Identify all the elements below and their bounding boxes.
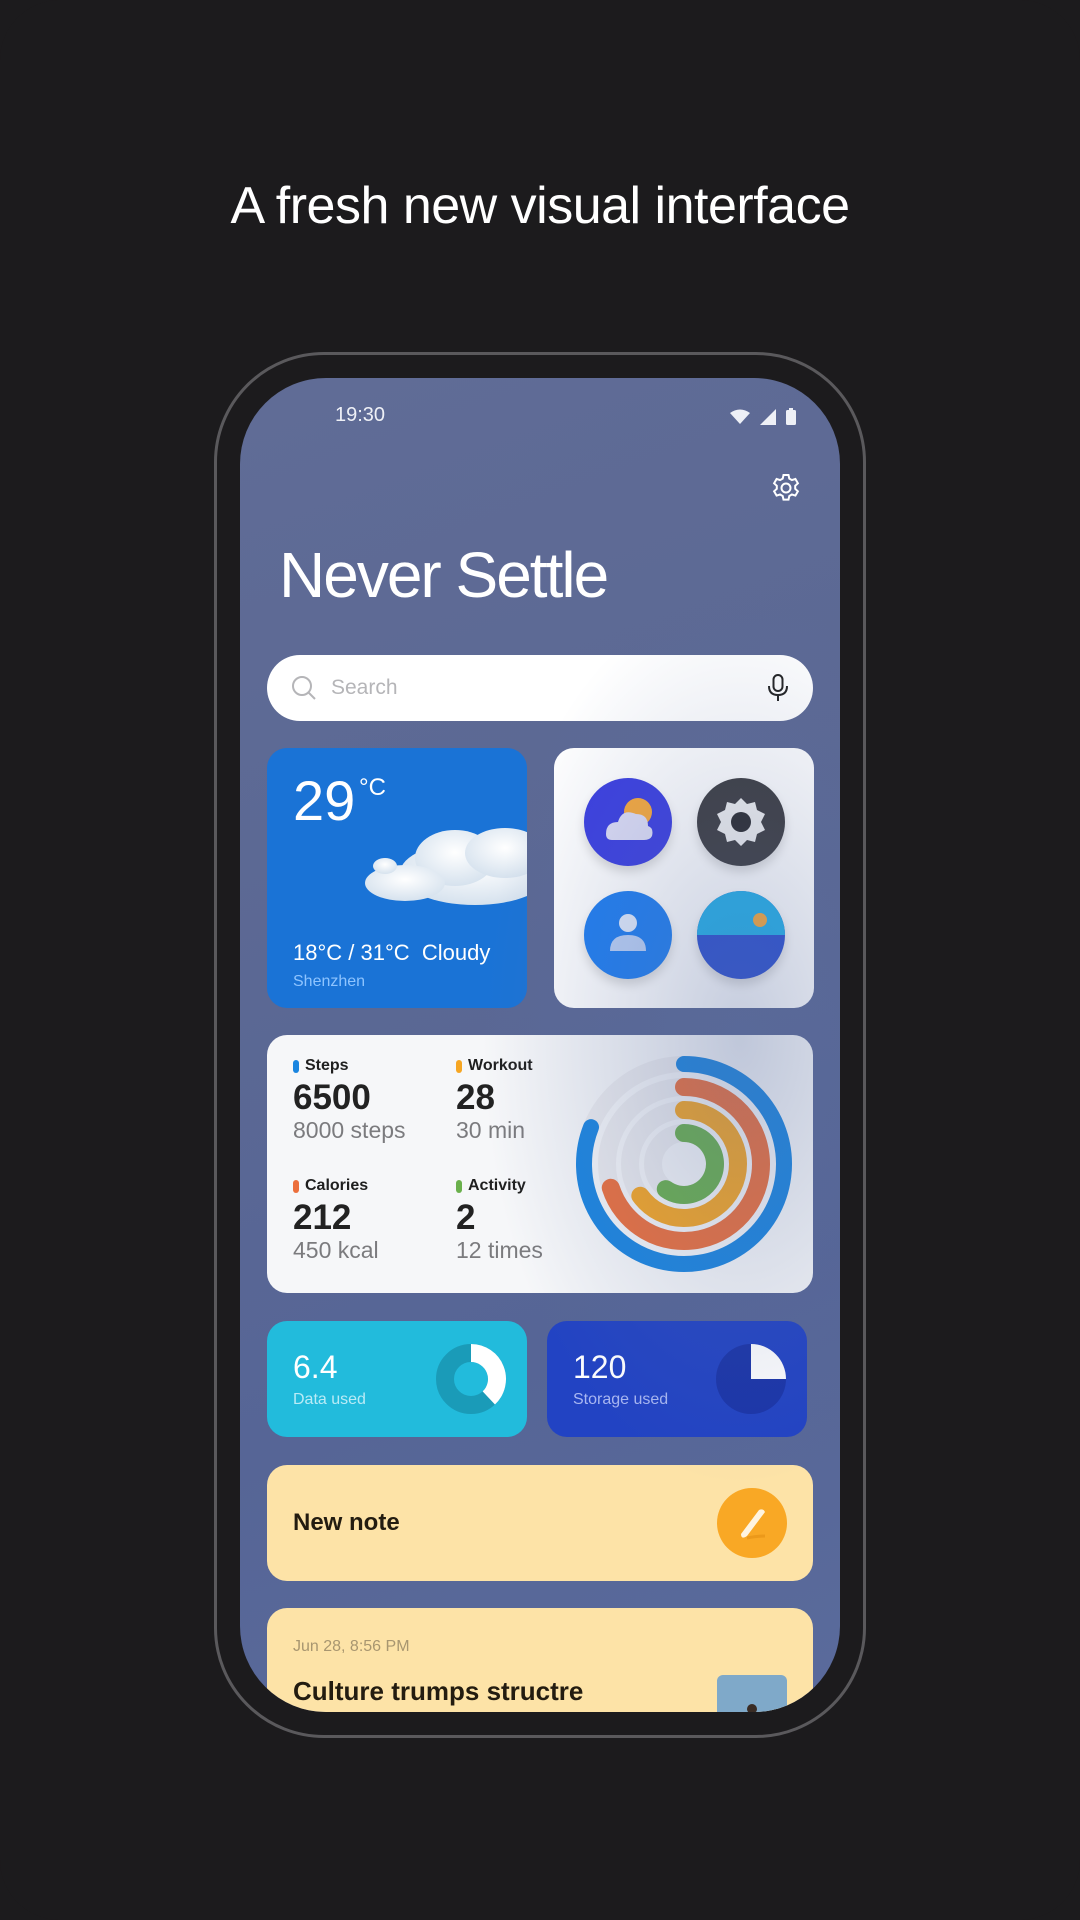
microphone-icon[interactable] xyxy=(767,674,789,702)
storage-usage-pie xyxy=(716,1344,786,1414)
metric-goal: 30 min xyxy=(456,1117,526,1143)
workout-dot xyxy=(456,1059,462,1073)
battery-icon xyxy=(786,408,796,425)
metric-label: Activity xyxy=(468,1177,526,1194)
storage-usage-tile[interactable]: 120 Storage used xyxy=(547,1321,807,1437)
metric-goal: 12 times xyxy=(456,1237,543,1263)
new-note-button[interactable] xyxy=(717,1488,787,1558)
data-usage-tile[interactable]: 6.4 Data used xyxy=(267,1321,527,1437)
phone-screen: 19:30 Never Settle 29 °C xyxy=(240,378,840,1712)
search-icon xyxy=(292,676,316,700)
search-bar[interactable] xyxy=(267,655,813,721)
promo-headline: A fresh new visual interface xyxy=(230,177,851,235)
metric-label: Calories xyxy=(305,1177,369,1194)
app-folder-widget xyxy=(554,748,814,1008)
new-note-label: New note xyxy=(293,1509,400,1536)
settings-app-icon[interactable] xyxy=(697,778,785,866)
metric-calories: Calories 212 450 kcal xyxy=(293,1177,379,1263)
weather-city: Shenzhen xyxy=(293,973,366,990)
search-input[interactable] xyxy=(331,676,767,700)
metric-value: 212 xyxy=(293,1198,352,1237)
note-date: Jun 28, 8:56 PM xyxy=(293,1638,410,1655)
weather-range: 18°C / 31°C Cloudy xyxy=(293,940,490,966)
metric-goal: 450 kcal xyxy=(293,1237,379,1263)
cloud-icon xyxy=(365,828,527,905)
weather-range-value: 18°C / 31°C xyxy=(293,940,410,965)
health-widget[interactable]: Steps 6500 8000 steps Workout 28 30 min … xyxy=(267,1035,813,1293)
promo-background: A fresh new visual interface 19:30 Never… xyxy=(0,0,1080,1920)
contacts-app-icon[interactable] xyxy=(584,891,672,979)
metric-steps: Steps 6500 8000 steps xyxy=(293,1057,406,1143)
wifi-icon xyxy=(730,409,750,424)
metric-workout: Workout 28 30 min xyxy=(456,1057,533,1143)
data-used-label: Data used xyxy=(293,1391,366,1408)
page-title: Never Settle xyxy=(279,539,609,611)
metric-label: Steps xyxy=(305,1057,349,1074)
weather-app-icon[interactable] xyxy=(584,778,672,866)
pencil-icon xyxy=(741,1509,766,1540)
metric-value: 6500 xyxy=(293,1078,371,1117)
metric-goal: 8000 steps xyxy=(293,1117,406,1143)
metric-activity: Activity 2 12 times xyxy=(456,1177,543,1263)
weather-widget[interactable]: 29 °C 18°C / 31°C Cloudy Shenzhen xyxy=(267,748,527,1008)
storage-pie-used xyxy=(751,1344,786,1379)
data-usage-donut xyxy=(436,1344,506,1414)
weather-unit: °C xyxy=(359,774,386,801)
steps-dot xyxy=(293,1059,299,1073)
metric-value: 2 xyxy=(456,1198,476,1237)
status-time: 19:30 xyxy=(335,404,386,426)
metric-label: Workout xyxy=(468,1057,533,1074)
weather-condition: Cloudy xyxy=(421,940,491,965)
gear-icon[interactable] xyxy=(770,472,802,504)
new-note-widget[interactable]: New note xyxy=(267,1465,813,1581)
data-donut-used xyxy=(470,1344,506,1405)
metric-value: 28 xyxy=(456,1078,495,1117)
status-icons xyxy=(730,408,796,425)
note-card[interactable]: Jun 28, 8:56 PM Culture trumps structre xyxy=(267,1608,813,1712)
calories-dot xyxy=(293,1179,299,1193)
note-thumbnail xyxy=(717,1675,787,1712)
storage-used-label: Storage used xyxy=(573,1391,669,1408)
note-title: Culture trumps structre xyxy=(293,1676,584,1706)
activity-dot xyxy=(456,1179,462,1193)
data-used-value: 6.4 xyxy=(293,1349,338,1385)
signal-icon xyxy=(760,408,776,425)
gallery-app-icon[interactable] xyxy=(697,891,785,979)
activity-rings xyxy=(576,1056,792,1272)
status-bar: 19:30 xyxy=(240,404,840,434)
storage-used-value: 120 xyxy=(573,1349,627,1385)
